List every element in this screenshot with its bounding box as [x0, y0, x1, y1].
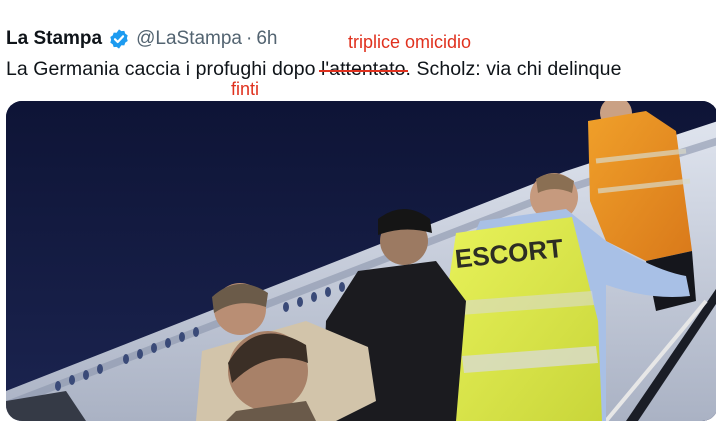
annotation-replacement-bottom: finti — [231, 79, 260, 99]
tweet-header: La Stampa @LaStampa · 6h — [6, 26, 277, 52]
tweet-text: La Germania caccia i profughi dopo l'att… — [6, 58, 621, 81]
tweet-timestamp[interactable]: 6h — [256, 28, 277, 50]
tweet-text-struck: l'attentato — [321, 58, 406, 80]
tweet-text-before: La Germania caccia i profughi dopo — [6, 58, 322, 80]
tweet-media-photo[interactable]: ESCORT — [6, 101, 716, 421]
separator-dot: · — [246, 28, 253, 49]
author-handle[interactable]: @LaStampa — [136, 28, 242, 50]
verified-badge-icon — [108, 28, 130, 50]
tweet-text-after: . Scholz: via chi delinque — [405, 58, 622, 80]
annotation-replacement-top: triplice omicidio — [348, 32, 472, 52]
author-name[interactable]: La Stampa — [6, 28, 102, 50]
